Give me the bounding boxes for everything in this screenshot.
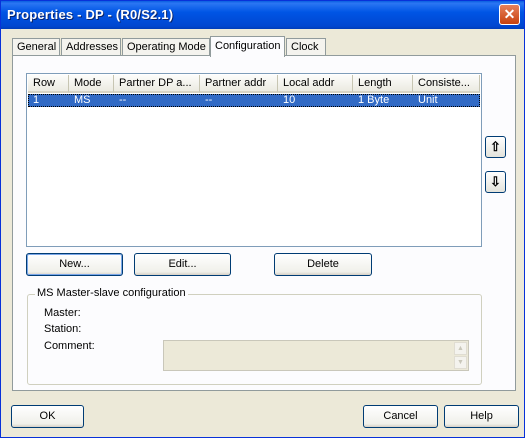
properties-dialog: Properties - DP - (R0/S2.1) ✕ General Ad… [0,0,525,438]
column-header-partner-addr[interactable]: Partner addr [200,75,278,93]
window-title: Properties - DP - (R0/S2.1) [7,7,174,22]
cell-mode: MS [74,94,91,106]
table-row[interactable]: 1 MS -- -- 10 1 Byte Unit [28,94,480,107]
column-header-partner-dp[interactable]: Partner DP a... [114,75,200,93]
column-header-length[interactable]: Length [353,75,413,93]
column-header-row[interactable]: Row [28,75,69,93]
cancel-button[interactable]: Cancel [363,405,438,428]
close-button[interactable]: ✕ [499,4,520,25]
column-header-local-addr[interactable]: Local addr [278,75,353,93]
scroll-up-icon: ▲ [454,342,467,355]
move-down-button[interactable]: ⇩ [485,171,506,193]
help-button[interactable]: Help [444,405,519,428]
tab-general[interactable]: General [12,38,60,56]
column-header-mode[interactable]: Mode [69,75,114,93]
scroll-down-icon: ▼ [454,356,467,369]
cell-row: 1 [33,94,40,106]
tab-addresses[interactable]: Addresses [61,38,121,56]
cell-partner-addr: -- [205,94,213,106]
close-icon: ✕ [503,6,516,22]
cell-length: 1 Byte [358,94,390,106]
group-title: MS Master-slave configuration [35,287,188,299]
comment-label: Comment: [44,340,95,352]
arrow-up-icon: ⇧ [490,139,501,154]
edit-button[interactable]: Edit... [134,253,231,276]
new-button[interactable]: New... [26,253,123,276]
tab-configuration[interactable]: Configuration [210,36,285,57]
column-header-consistency[interactable]: Consiste... [413,75,480,93]
station-label: Station: [44,323,82,335]
master-label: Master: [44,307,81,319]
table-header: Row Mode Partner DP a... Partner addr Lo… [28,75,480,93]
tab-operating-mode[interactable]: Operating Mode [122,38,210,56]
comment-field: ▲ ▼ [163,340,469,371]
ok-button[interactable]: OK [11,405,84,428]
move-up-button[interactable]: ⇧ [485,136,506,158]
master-slave-group: MS Master-slave configuration Master: St… [27,287,482,385]
cell-local-addr: 10 [283,94,296,106]
cell-consistency: Unit [418,94,438,106]
tab-clock[interactable]: Clock [286,38,326,56]
title-bar[interactable]: Properties - DP - (R0/S2.1) ✕ [1,1,524,29]
delete-button[interactable]: Delete [274,253,372,276]
configuration-panel: Row Mode Partner DP a... Partner addr Lo… [12,55,516,391]
cell-partner-dp: -- [119,94,127,106]
configuration-table[interactable]: Row Mode Partner DP a... Partner addr Lo… [26,73,482,247]
arrow-down-icon: ⇩ [490,174,501,189]
